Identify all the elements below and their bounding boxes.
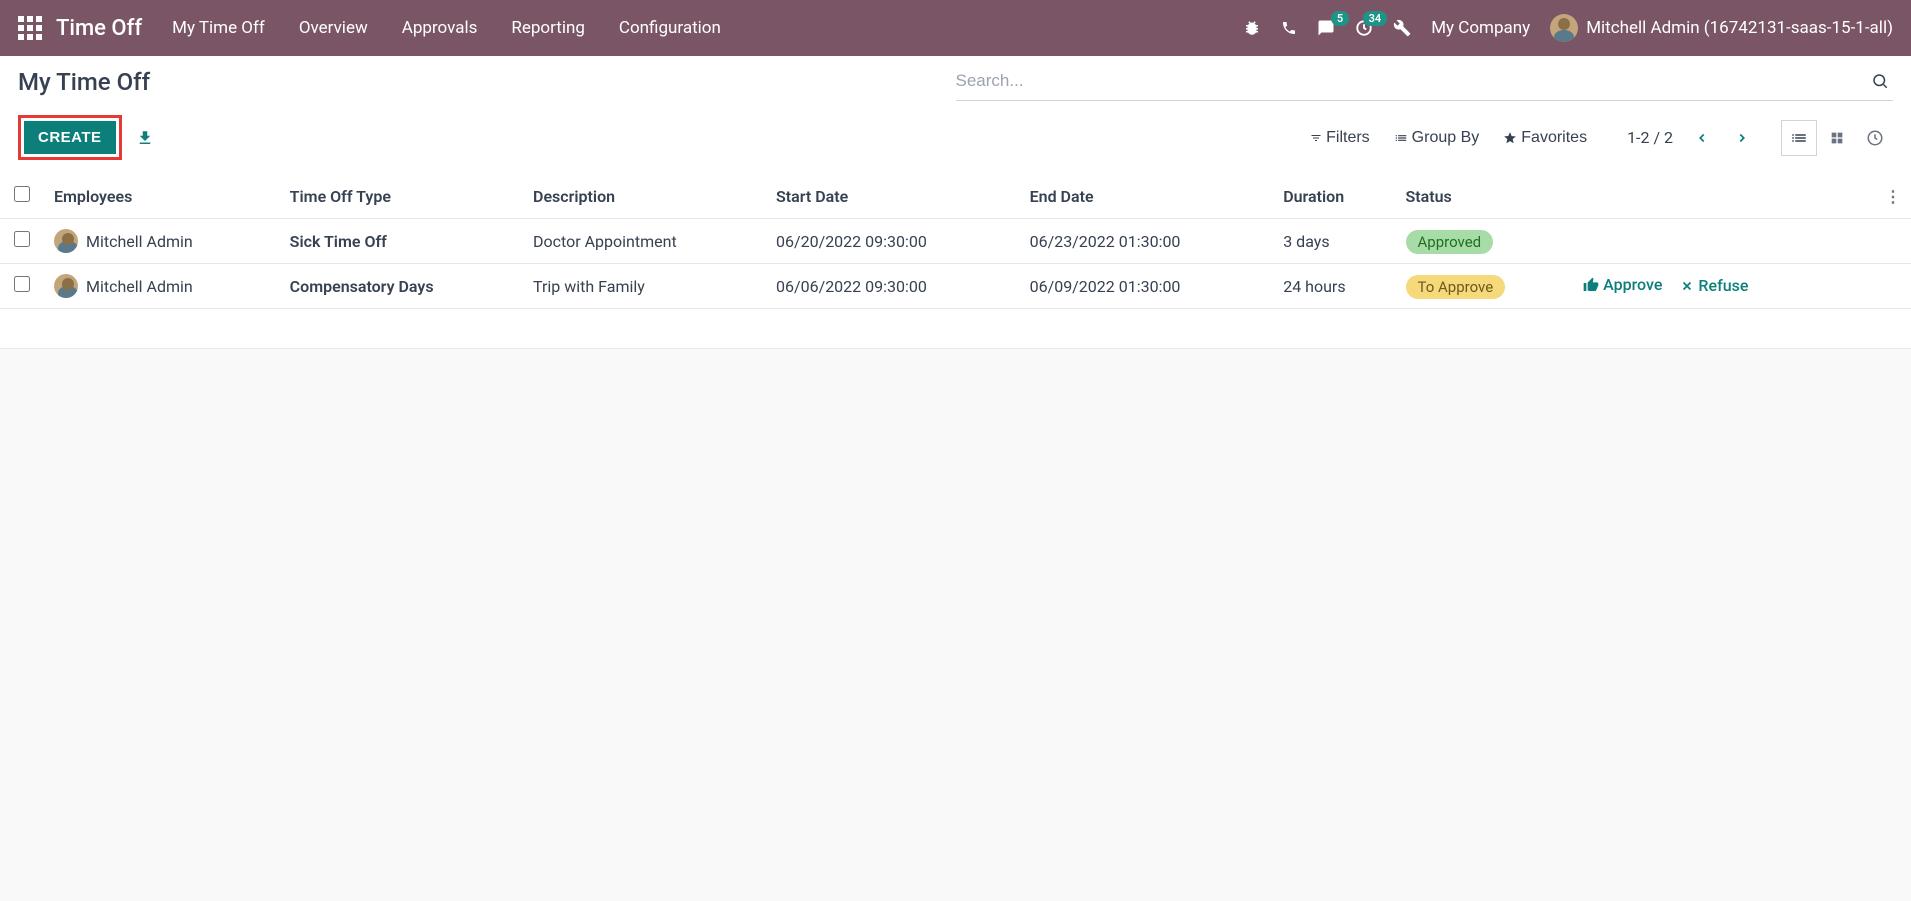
activity-icon[interactable]: 34 xyxy=(1355,19,1373,37)
col-type[interactable]: Time Off Type xyxy=(280,174,523,219)
company-switcher[interactable]: My Company xyxy=(1431,18,1530,38)
view-kanban-icon[interactable] xyxy=(1819,120,1855,156)
create-button[interactable]: CREATE xyxy=(24,121,116,154)
col-employees[interactable]: Employees xyxy=(44,174,280,219)
control-panel: My Time Off CREATE Filters Group By xyxy=(0,56,1911,174)
optional-columns-icon[interactable]: ⋮ xyxy=(1885,187,1901,206)
star-icon xyxy=(1503,131,1517,145)
user-menu[interactable]: Mitchell Admin (16742131-saas-15-1-all) xyxy=(1550,14,1893,42)
download-icon[interactable] xyxy=(130,123,160,153)
cell-duration: 24 hours xyxy=(1273,264,1395,309)
activity-badge: 34 xyxy=(1363,11,1388,26)
row-checkbox[interactable] xyxy=(14,231,30,247)
refuse-button[interactable]: Refuse xyxy=(1680,276,1748,295)
favorites-button[interactable]: Favorites xyxy=(1503,129,1587,147)
nav-item-my-time-off[interactable]: My Time Off xyxy=(172,18,265,38)
cell-end: 06/09/2022 01:30:00 xyxy=(1020,264,1274,309)
col-duration[interactable]: Duration xyxy=(1273,174,1395,219)
cell-start: 06/06/2022 09:30:00 xyxy=(766,264,1020,309)
col-status[interactable]: Status xyxy=(1396,174,1574,219)
col-start[interactable]: Start Date xyxy=(766,174,1020,219)
apps-menu-icon[interactable] xyxy=(18,16,42,40)
search-input[interactable] xyxy=(956,71,1868,91)
employee-name: Mitchell Admin xyxy=(86,277,193,296)
employee-name: Mitchell Admin xyxy=(86,232,193,251)
cell-description: Trip with Family xyxy=(523,264,766,309)
col-end[interactable]: End Date xyxy=(1020,174,1274,219)
view-activity-icon[interactable] xyxy=(1857,120,1893,156)
cell-actions xyxy=(1573,219,1875,264)
nav-menu: My Time Off Overview Approvals Reporting… xyxy=(172,18,1243,38)
status-badge: Approved xyxy=(1406,230,1494,254)
cell-type: Compensatory Days xyxy=(280,264,523,309)
pager-next-icon[interactable] xyxy=(1731,127,1753,149)
cell-end: 06/23/2022 01:30:00 xyxy=(1020,219,1274,264)
nav-item-overview[interactable]: Overview xyxy=(299,18,368,38)
col-description[interactable]: Description xyxy=(523,174,766,219)
status-badge: To Approve xyxy=(1406,275,1506,299)
thumbs-up-icon xyxy=(1583,277,1599,293)
cell-duration: 3 days xyxy=(1273,219,1395,264)
approve-button[interactable]: Approve xyxy=(1583,275,1662,294)
table-row[interactable]: Mitchell Admin Compensatory DaysTrip with… xyxy=(0,264,1911,309)
filters-button[interactable]: Filters xyxy=(1310,129,1370,147)
close-icon xyxy=(1680,279,1694,293)
search-bar xyxy=(956,68,1894,101)
records-table: Employees Time Off Type Description Star… xyxy=(0,174,1911,349)
create-highlight: CREATE xyxy=(18,115,122,160)
page-title: My Time Off xyxy=(18,68,956,96)
nav-item-reporting[interactable]: Reporting xyxy=(511,18,585,38)
nav-item-configuration[interactable]: Configuration xyxy=(619,18,721,38)
cell-type: Sick Time Off xyxy=(280,219,523,264)
nav-item-approvals[interactable]: Approvals xyxy=(402,18,478,38)
groupby-button[interactable]: Group By xyxy=(1394,129,1480,147)
messaging-badge: 5 xyxy=(1331,11,1349,26)
filter-icon xyxy=(1310,132,1322,144)
table-row[interactable]: Mitchell Admin Sick Time OffDoctor Appoin… xyxy=(0,219,1911,264)
pager-prev-icon[interactable] xyxy=(1691,127,1713,149)
tools-icon[interactable] xyxy=(1393,19,1411,37)
messaging-icon[interactable]: 5 xyxy=(1317,19,1335,37)
employee-avatar-icon xyxy=(54,229,78,253)
list-icon xyxy=(1394,131,1408,145)
app-brand[interactable]: Time Off xyxy=(56,16,142,41)
view-list-icon[interactable] xyxy=(1781,120,1817,156)
search-icon[interactable] xyxy=(1867,68,1893,94)
pager-text[interactable]: 1-2 / 2 xyxy=(1627,128,1673,147)
main-navbar: Time Off My Time Off Overview Approvals … xyxy=(0,0,1911,56)
user-name: Mitchell Admin (16742131-saas-15-1-all) xyxy=(1586,18,1893,38)
user-avatar-icon xyxy=(1550,14,1578,42)
cell-start: 06/20/2022 09:30:00 xyxy=(766,219,1020,264)
row-checkbox[interactable] xyxy=(14,276,30,292)
select-all-checkbox[interactable] xyxy=(14,186,30,202)
cell-actions: Approve Refuse xyxy=(1573,264,1875,309)
debug-icon[interactable] xyxy=(1243,19,1261,37)
phone-icon[interactable] xyxy=(1281,20,1297,36)
employee-avatar-icon xyxy=(54,274,78,298)
cell-description: Doctor Appointment xyxy=(523,219,766,264)
